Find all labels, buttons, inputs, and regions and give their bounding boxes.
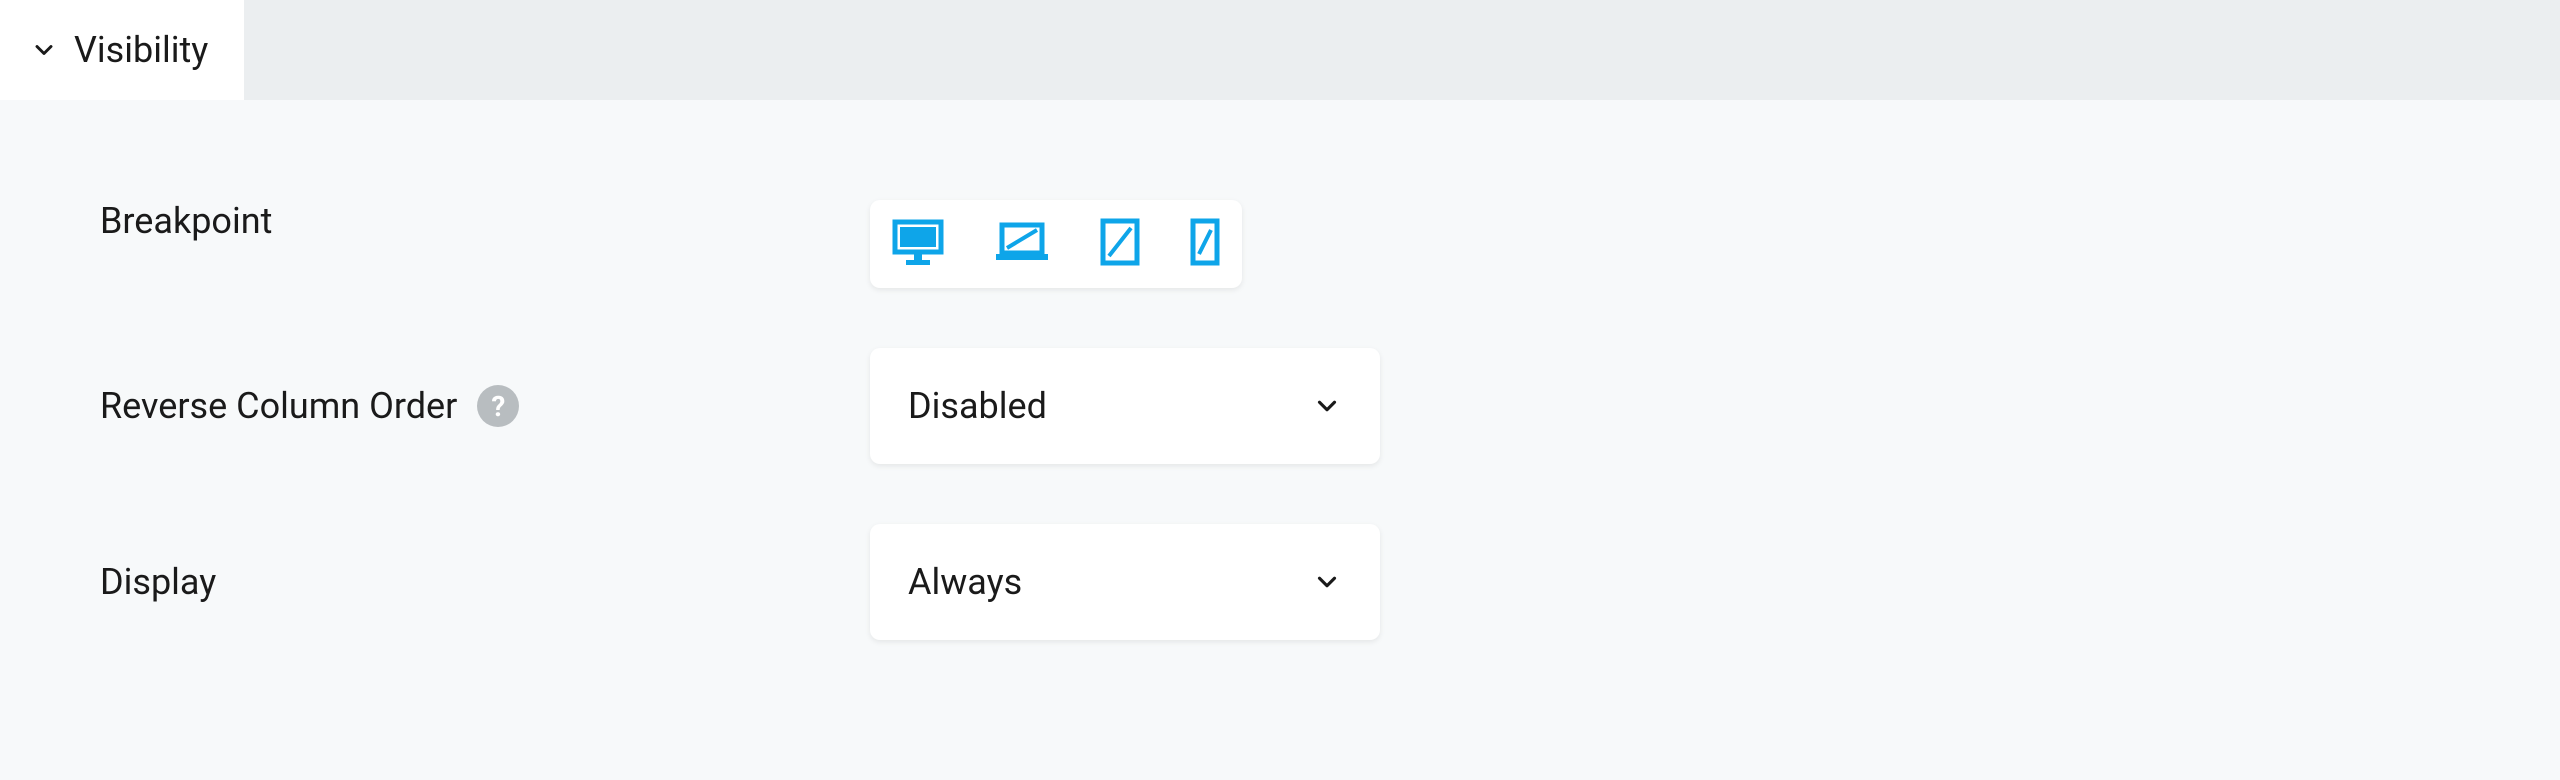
chevron-down-icon (30, 36, 58, 64)
breakpoint-label: Breakpoint (100, 200, 272, 242)
help-icon[interactable]: ? (477, 385, 519, 427)
breakpoint-desktop-button[interactable] (892, 218, 944, 270)
panel-body: Breakpoint (0, 100, 2560, 640)
field-row-display: Display Always (100, 464, 2460, 640)
chevron-down-icon (1312, 391, 1342, 421)
field-row-breakpoint: Breakpoint (100, 100, 2460, 288)
field-row-reverse-column-order: Reverse Column Order ? Disabled (100, 288, 2460, 464)
laptop-icon (994, 221, 1050, 267)
breakpoint-button-group (870, 200, 1242, 288)
breakpoint-laptop-button[interactable] (994, 221, 1050, 267)
reverse-column-order-label: Reverse Column Order (100, 385, 457, 427)
panel-title: Visibility (74, 29, 208, 71)
phone-icon (1190, 218, 1220, 270)
chevron-down-icon (1312, 567, 1342, 597)
display-select[interactable]: Always (870, 524, 1380, 640)
tablet-icon (1100, 218, 1140, 270)
breakpoint-tablet-button[interactable] (1100, 218, 1140, 270)
desktop-icon (892, 218, 944, 270)
display-value: Always (908, 561, 1022, 603)
panel-header: Visibility (0, 0, 2560, 100)
reverse-column-order-select[interactable]: Disabled (870, 348, 1380, 464)
panel-tab-visibility[interactable]: Visibility (0, 0, 244, 100)
field-label-wrap: Display (100, 561, 870, 603)
breakpoint-phone-button[interactable] (1190, 218, 1220, 270)
field-label-wrap: Reverse Column Order ? (100, 385, 870, 427)
display-label: Display (100, 561, 216, 603)
panel-header-background (244, 0, 2560, 100)
field-label-wrap: Breakpoint (100, 200, 870, 242)
reverse-column-order-value: Disabled (908, 385, 1047, 427)
